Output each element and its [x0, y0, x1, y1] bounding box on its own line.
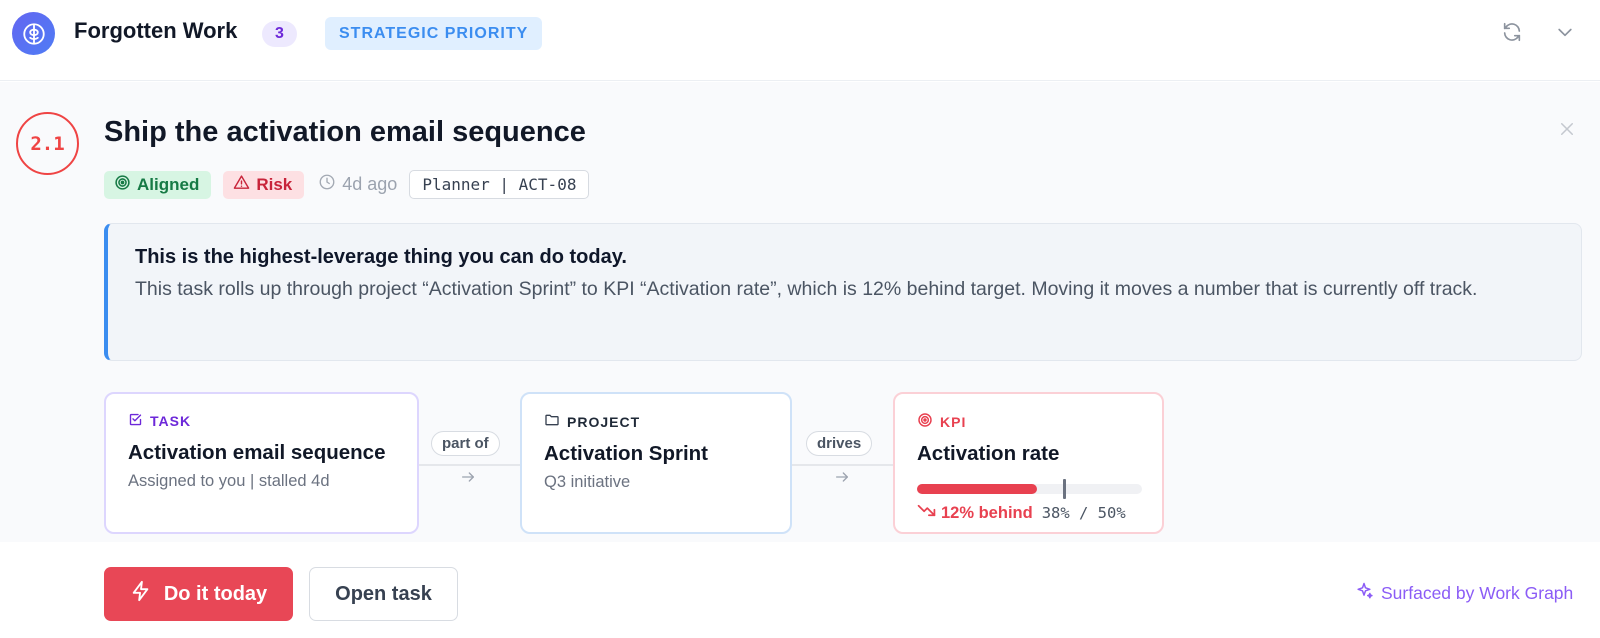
- kpi-status-row: 12% behind 38% / 50%: [917, 503, 1140, 523]
- risk-chip: Risk: [223, 170, 305, 199]
- surfaced-label: Surfaced by Work Graph: [1381, 583, 1574, 603]
- connector-line: [792, 464, 893, 466]
- brain-icon: [12, 12, 55, 55]
- warning-icon: [233, 174, 250, 196]
- count-badge: 3: [262, 21, 297, 47]
- refresh-button[interactable]: [1497, 19, 1527, 49]
- panel-title: Forgotten Work: [74, 18, 238, 43]
- project-node-name: Activation Sprint: [544, 442, 709, 465]
- node-type-task: TASK: [128, 412, 395, 430]
- kpi-target-marker: [1063, 479, 1066, 499]
- folder-icon: [544, 412, 560, 431]
- project-node-sub: Q3 initiative: [544, 473, 631, 491]
- refresh-icon: [1501, 21, 1523, 48]
- chain-node-task[interactable]: TASK Activation email sequence Assigned …: [104, 392, 419, 534]
- node-type-project: PROJECT: [544, 412, 768, 431]
- task-card: 2.1 Ship the activation email sequence A…: [0, 82, 1600, 542]
- kpi-behind-label: 12% behind: [941, 503, 1033, 522]
- sparkle-icon: [1354, 581, 1374, 606]
- collapse-button[interactable]: [1550, 19, 1580, 49]
- age-label: 4d ago: [342, 174, 398, 194]
- clock-icon: [318, 173, 336, 196]
- insight-callout: This is the highest-leverage thing you c…: [104, 223, 1582, 361]
- link-label-part-of: part of: [431, 431, 500, 456]
- open-task-button[interactable]: Open task: [309, 567, 458, 621]
- aligned-label: Aligned: [137, 174, 200, 194]
- connector-line: [419, 464, 520, 466]
- dismiss-button[interactable]: [1554, 118, 1580, 144]
- task-meta: Aligned Risk 4d ago Planner | ACT-08: [104, 170, 590, 199]
- rank-badge: 2.1: [16, 112, 79, 175]
- source-tag: Planner | ACT-08: [409, 170, 590, 199]
- kpi-behind: 12% behind: [917, 503, 1033, 523]
- priority-tag: STRATEGIC PRIORITY: [325, 17, 543, 50]
- node-type-kpi-label: KPI: [940, 413, 967, 430]
- target-icon: [917, 412, 933, 431]
- chain-node-project[interactable]: PROJECT Activation Sprint Q3 initiative: [520, 392, 792, 534]
- checkbox-icon: [128, 412, 143, 430]
- panel-header: Forgotten Work 3 STRATEGIC PRIORITY: [0, 0, 1600, 81]
- kpi-node-name: Activation rate: [917, 442, 1060, 465]
- node-type-project-label: PROJECT: [567, 413, 641, 430]
- risk-label: Risk: [256, 174, 293, 194]
- kpi-progress-fill: [917, 484, 1037, 494]
- task-title: Ship the activation email sequence: [104, 116, 586, 148]
- task-node-name: Activation email sequence: [128, 441, 386, 464]
- chevron-down-icon: [1555, 22, 1575, 47]
- target-icon: [114, 174, 131, 196]
- aligned-chip: Aligned: [104, 170, 212, 199]
- close-icon: [1558, 120, 1576, 143]
- surfaced-by-note: Surfaced by Work Graph: [1354, 581, 1573, 606]
- arrow-right-icon: [456, 467, 480, 487]
- kpi-values: 38% / 50%: [1041, 504, 1126, 522]
- node-type-task-label: TASK: [150, 413, 192, 429]
- chain-node-kpi[interactable]: KPI Activation rate 12% behind 38% / 50%: [893, 392, 1164, 534]
- node-type-kpi: KPI: [917, 412, 1140, 431]
- task-node-sub: Assigned to you | stalled 4d: [128, 472, 330, 490]
- insight-headline: This is the highest-leverage thing you c…: [135, 246, 627, 268]
- kpi-progress-bar: [917, 479, 1142, 499]
- arrow-right-icon: [830, 467, 854, 487]
- lightning-icon: [130, 580, 152, 608]
- do-it-today-button[interactable]: Do it today: [104, 567, 293, 621]
- insight-body: This task rolls up through project “Acti…: [135, 278, 1478, 300]
- do-it-today-label: Do it today: [163, 582, 268, 605]
- task-age: 4d ago: [318, 173, 397, 196]
- trend-down-icon: [917, 503, 936, 523]
- link-label-drives: drives: [806, 431, 873, 456]
